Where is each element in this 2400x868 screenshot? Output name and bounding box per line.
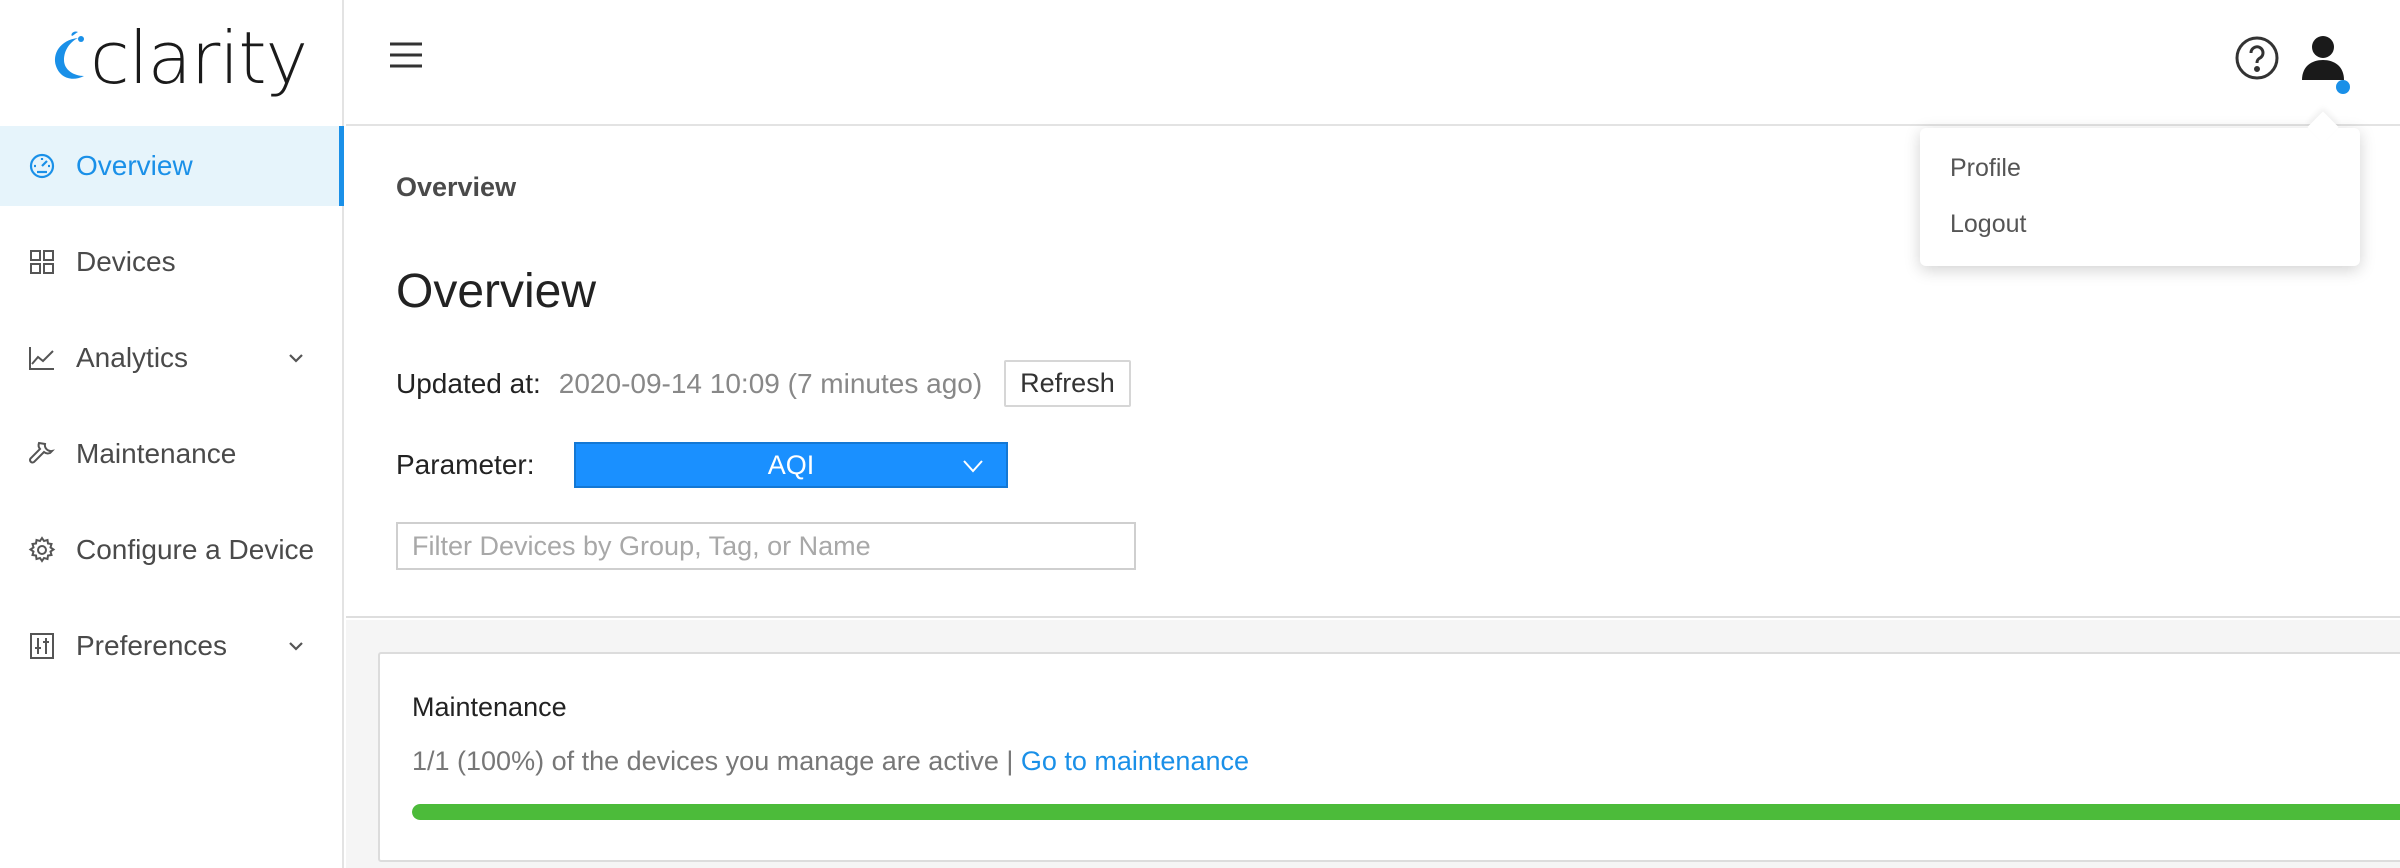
sidebar-item-analytics[interactable]: Analytics bbox=[0, 318, 342, 398]
parameter-label: Parameter: bbox=[396, 449, 535, 480]
maintenance-card: Maintenance 1/1 (100%) of the devices yo… bbox=[378, 652, 2400, 862]
refresh-button[interactable]: Refresh bbox=[1004, 360, 1131, 407]
sidebar-item-label: Maintenance bbox=[76, 438, 237, 469]
chevron-down-icon bbox=[963, 460, 983, 473]
device-filter-input[interactable] bbox=[396, 522, 1136, 570]
dashboard-content: Maintenance 1/1 (100%) of the devices yo… bbox=[346, 620, 2400, 868]
sidebar-item-overview[interactable]: Overview bbox=[0, 126, 344, 206]
updated-row: Updated at: 2020-09-14 10:09 (7 minutes … bbox=[396, 360, 1131, 407]
sidebar: clarity Overview Devices Analytics Maint… bbox=[0, 0, 344, 868]
card-title: Maintenance bbox=[412, 692, 567, 722]
dashboard-icon bbox=[28, 152, 56, 180]
sidebar-nav: Overview Devices Analytics Maintenance C… bbox=[0, 126, 344, 702]
chevron-down-icon[interactable] bbox=[286, 348, 306, 368]
sidebar-item-label: Analytics bbox=[76, 342, 189, 373]
wrench-icon bbox=[28, 440, 56, 468]
grid-icon bbox=[28, 248, 56, 276]
sidebar-item-label: Overview bbox=[76, 150, 193, 181]
logo-text: clarity bbox=[90, 16, 308, 100]
sidebar-item-devices[interactable]: Devices bbox=[0, 222, 342, 302]
sidebar-item-configure-device[interactable]: Configure a Device bbox=[0, 510, 342, 590]
maintenance-summary-text: 1/1 (100%) of the devices you manage are… bbox=[412, 746, 1021, 776]
updated-timestamp: 2020-09-14 10:09 (7 minutes ago) bbox=[558, 367, 983, 399]
notification-dot bbox=[2336, 80, 2350, 94]
top-bar bbox=[346, 0, 2400, 126]
clarity-logo[interactable]: clarity bbox=[48, 16, 308, 100]
parameter-select[interactable]: AQI bbox=[574, 442, 1008, 488]
maintenance-summary: 1/1 (100%) of the devices you manage are… bbox=[412, 746, 1249, 777]
sidebar-item-label: Devices bbox=[76, 246, 176, 277]
progress-fill bbox=[412, 804, 2400, 820]
user-menu-dropdown: Profile Logout bbox=[1920, 128, 2360, 266]
active-devices-progress-bar bbox=[412, 804, 2400, 820]
menu-icon[interactable] bbox=[388, 40, 424, 70]
sidebar-item-label: Configure a Device bbox=[76, 534, 315, 565]
breadcrumb: Overview bbox=[396, 172, 517, 202]
line-chart-icon bbox=[28, 344, 56, 372]
sliders-icon bbox=[28, 632, 56, 660]
parameter-selected-value: AQI bbox=[767, 449, 815, 480]
go-to-maintenance-link[interactable]: Go to maintenance bbox=[1021, 746, 1249, 776]
menu-item-logout[interactable]: Logout bbox=[1920, 196, 2360, 252]
sidebar-item-maintenance[interactable]: Maintenance bbox=[0, 414, 342, 494]
chevron-down-icon[interactable] bbox=[286, 636, 306, 656]
help-icon[interactable] bbox=[2234, 35, 2280, 81]
user-icon[interactable] bbox=[2296, 32, 2350, 86]
page-title: Overview bbox=[396, 265, 597, 318]
sidebar-item-preferences[interactable]: Preferences bbox=[0, 606, 342, 686]
sidebar-item-label: Preferences bbox=[76, 630, 227, 661]
menu-item-profile[interactable]: Profile bbox=[1920, 140, 2360, 196]
parameter-row: Parameter: AQI bbox=[396, 442, 1008, 488]
gear-icon bbox=[28, 536, 56, 564]
clarity-logo-mark-icon bbox=[54, 31, 84, 79]
updated-label: Updated at: bbox=[396, 367, 541, 399]
